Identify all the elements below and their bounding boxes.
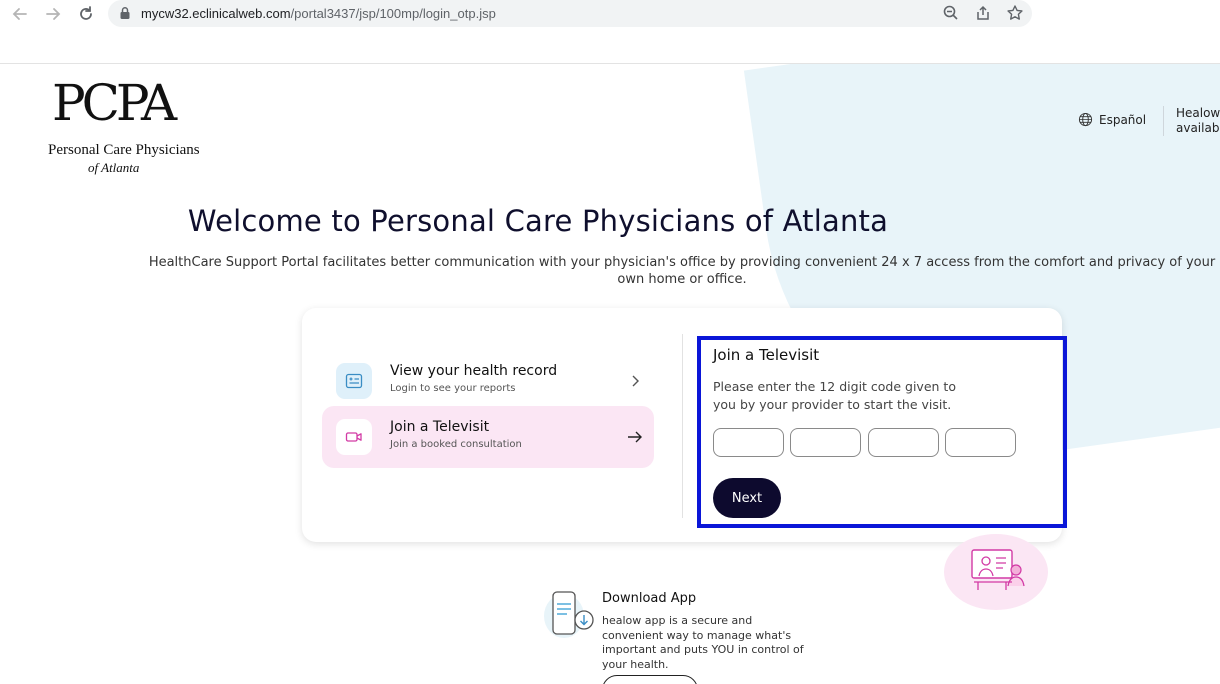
- download-app-description: healow app is a secure and convenient wa…: [602, 614, 804, 671]
- back-arrow-icon[interactable]: [8, 2, 32, 26]
- code-input-1[interactable]: [713, 428, 784, 457]
- televisit-title: Join a Televisit: [713, 346, 820, 364]
- code-input-3[interactable]: [868, 428, 939, 457]
- option-subtitle: Join a booked consultation: [390, 439, 522, 450]
- option-view-health-record[interactable]: View your health record Login to see you…: [322, 350, 654, 412]
- televisit-instructions: Please enter the 12 digit code given to …: [713, 379, 956, 412]
- next-button[interactable]: Next: [713, 478, 781, 518]
- language-label: Español: [1099, 112, 1147, 127]
- page-title: Welcome to Personal Care Physicians of A…: [0, 204, 1220, 238]
- header-divider: [1163, 106, 1164, 136]
- option-title: Join a Televisit: [390, 419, 490, 435]
- logo-line-1: Personal Care Physicians: [48, 142, 200, 158]
- televisit-panel: Join a Televisit Please enter the 12 dig…: [697, 336, 1067, 528]
- video-camera-icon: [336, 419, 372, 455]
- browser-chrome: mycw32.eclinicalweb.com/portal3437/jsp/1…: [0, 0, 1220, 64]
- reload-icon[interactable]: [74, 2, 98, 26]
- chevron-right-icon: [632, 375, 639, 387]
- option-join-televisit[interactable]: Join a Televisit Join a booked consultat…: [322, 406, 654, 468]
- globe-icon: [1078, 112, 1093, 127]
- card-divider: [682, 334, 683, 518]
- portal-page: PCPA Personal Care Physicians of Atlanta…: [0, 64, 1220, 684]
- download-app-button[interactable]: [602, 675, 698, 684]
- logo-mark: PCPA: [52, 74, 177, 132]
- language-switch[interactable]: Español: [1078, 112, 1146, 127]
- arrow-right-icon: [628, 431, 642, 443]
- health-record-icon: [336, 363, 372, 399]
- option-subtitle: Login to see your reports: [390, 383, 516, 394]
- phone-download-icon: [544, 591, 594, 638]
- forward-arrow-icon[interactable]: [41, 2, 65, 26]
- url-path: /portal3437/jsp/100mp/login_otp.jsp: [290, 6, 496, 21]
- option-title: View your health record: [390, 363, 558, 379]
- zoom-icon[interactable]: [942, 4, 960, 22]
- code-input-2[interactable]: [790, 428, 861, 457]
- address-bar[interactable]: mycw32.eclinicalweb.com/portal3437/jsp/1…: [108, 0, 1032, 27]
- options-card: View your health record Login to see you…: [302, 308, 1067, 542]
- share-icon[interactable]: [974, 4, 992, 22]
- logo-line-2: of Atlanta: [88, 160, 140, 175]
- lock-icon: [120, 7, 130, 19]
- televisit-illustration-icon: [944, 534, 1048, 610]
- code-input-4[interactable]: [945, 428, 1016, 457]
- url-host: mycw32.eclinicalweb.com: [141, 6, 291, 21]
- bookmark-star-icon[interactable]: [1006, 4, 1024, 22]
- download-app-title: Download App: [602, 591, 697, 606]
- url-text: mycw32.eclinicalweb.com/portal3437/jsp/1…: [141, 6, 496, 21]
- healow-line-1: Healow: [1176, 106, 1220, 120]
- portal-description: HealthCare Support Portal facilitates be…: [148, 255, 1216, 287]
- healow-availability-text: Healow availab: [1176, 106, 1220, 136]
- page-title-text: Welcome to Personal Care Physicians of A…: [187, 204, 889, 238]
- healow-line-2: availab: [1176, 121, 1220, 135]
- practice-logo[interactable]: PCPA Personal Care Physicians of Atlanta: [46, 74, 200, 175]
